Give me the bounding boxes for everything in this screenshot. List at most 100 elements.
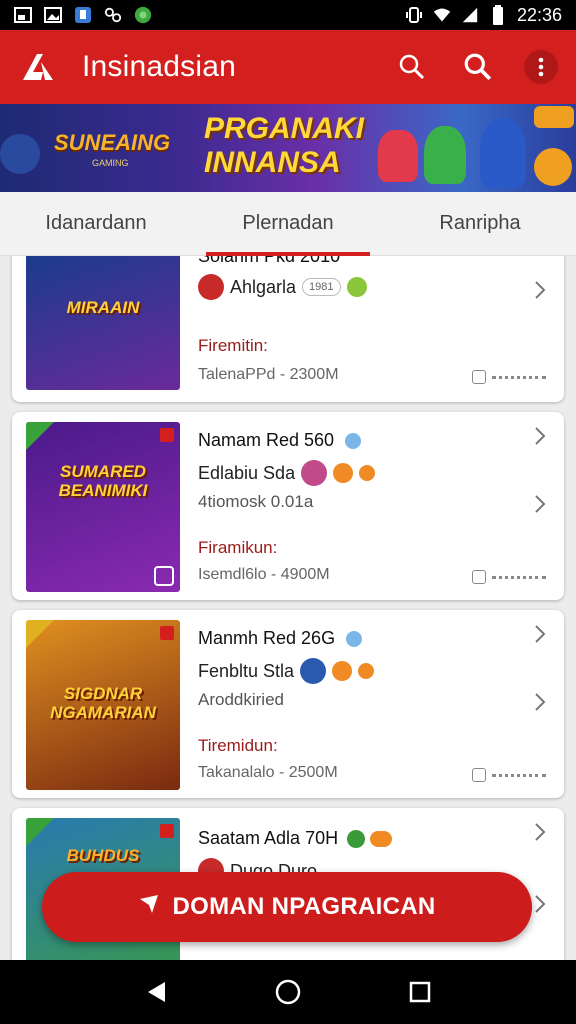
- app-list[interactable]: MIRAAIN Solanm Pkd 2010 Ahlgarla 1981 Fi…: [0, 256, 576, 960]
- banner-left-title: SUNEAING: [54, 130, 171, 155]
- more-vert-icon[interactable]: [524, 50, 558, 84]
- app-icon: [74, 6, 92, 24]
- tab-ranripha[interactable]: Ranripha: [384, 192, 576, 255]
- app-label: Tiremidun:: [198, 736, 278, 755]
- developer-avatar: [198, 274, 224, 300]
- home-icon[interactable]: [268, 972, 308, 1012]
- badge-icon: [370, 831, 393, 848]
- app-bar: Insinadsian: [0, 30, 576, 104]
- play-icon: [154, 566, 174, 586]
- app-thumbnail: SUMARED BEANIMIKI: [26, 422, 180, 592]
- gallery-icon: [44, 6, 62, 24]
- banner-main-line2: INNANSA: [204, 146, 341, 179]
- chevron-right-icon[interactable]: [530, 494, 550, 514]
- square-icon: [472, 370, 486, 384]
- developer-name: Edlabiu Sda: [198, 462, 296, 483]
- app-title: Namam Red 560: [198, 430, 362, 451]
- progress-indicator: [472, 370, 546, 384]
- corner-ribbon: [26, 620, 54, 648]
- badge-icon: [358, 663, 375, 679]
- progress-indicator: [472, 570, 546, 584]
- chevron-right-icon[interactable]: [530, 280, 550, 300]
- system-nav-bar: [0, 960, 576, 1024]
- corner-ribbon: [26, 818, 54, 846]
- promo-banner[interactable]: SUNEAING GAMING PRGANAKI INNANSA: [0, 104, 576, 192]
- game-controller-icon: [104, 6, 122, 24]
- app-title-text: Saatam Adla 70H: [198, 828, 339, 848]
- developer-name: Ahlgarla: [230, 276, 297, 297]
- banner-character-red: [378, 130, 418, 182]
- tab-bar: Idanardann Plernadan Ranripha: [0, 192, 576, 256]
- tab-idanardann[interactable]: Idanardann: [0, 192, 192, 255]
- status-time: 22:36: [516, 4, 562, 25]
- list-item[interactable]: MIRAAIN Solanm Pkd 2010 Ahlgarla 1981 Fi…: [12, 256, 564, 402]
- chevron-right-icon[interactable]: [530, 624, 550, 644]
- badge-icon: [346, 277, 367, 297]
- app-title: Manmh Red 26G: [198, 628, 363, 649]
- developer-avatar: [301, 460, 328, 486]
- search-icon[interactable]: [392, 47, 432, 87]
- list-item[interactable]: SUMARED BEANIMIKI Namam Red 560 Edlabiu …: [12, 412, 564, 600]
- tab-plernadan[interactable]: Plernadan: [192, 192, 384, 256]
- download-button[interactable]: DOMAN NPAGRAICAN: [42, 872, 532, 942]
- developer-row: Fenbltu Stla: [198, 658, 375, 684]
- app-subtitle: Aroddkiried: [198, 690, 284, 709]
- search-icon[interactable]: [458, 47, 498, 87]
- verified-icon: [346, 631, 363, 648]
- progress-indicator: [472, 768, 546, 782]
- thumbnail-title: SIGDNAR NGAMARIAN: [50, 684, 156, 722]
- wifi-icon: [433, 6, 451, 24]
- rating-pill: 1981: [302, 278, 341, 296]
- app-label: Firamikun:: [198, 538, 278, 557]
- recents-icon[interactable]: [400, 972, 440, 1012]
- badge-icon: [359, 465, 376, 481]
- corner-badge: [160, 824, 174, 838]
- banner-character-green: [424, 126, 466, 184]
- corner-ribbon: [26, 422, 54, 450]
- list-item[interactable]: SIGDNAR NGAMARIAN Manmh Red 26G Fenbltu …: [12, 610, 564, 798]
- app-label: Firemitin:: [198, 336, 268, 355]
- app-title-text: Namam Red 560: [198, 430, 335, 450]
- signal-icon: [461, 6, 479, 24]
- download-button-label: DOMAN NPAGRAICAN: [172, 893, 436, 920]
- banner-coin: [534, 148, 572, 186]
- battery-icon: [489, 5, 507, 25]
- app-logo: [18, 47, 58, 87]
- green-dot-icon: [134, 6, 152, 24]
- chevron-right-icon[interactable]: [530, 894, 550, 914]
- photo-icon: [14, 6, 32, 24]
- app-title: Solanm Pkd 2010: [198, 256, 341, 266]
- app-thumbnail: MIRAAIN: [26, 256, 180, 390]
- download-icon: [138, 893, 160, 922]
- developer-name: Fenbltu Stla: [198, 660, 295, 681]
- chevron-right-icon[interactable]: [530, 426, 550, 446]
- thumbnail-title: MIRAAIN: [66, 298, 140, 317]
- banner-character-blue: [480, 118, 526, 188]
- square-icon: [472, 570, 486, 584]
- banner-decoration: [0, 134, 40, 174]
- verified-icon: [345, 433, 362, 450]
- app-title-text: Manmh Red 26G: [198, 628, 336, 648]
- developer-row: Edlabiu Sda: [198, 460, 376, 486]
- banner-left-subtitle: GAMING: [92, 158, 129, 168]
- thumbnail-title: SUMARED BEANIMIKI: [58, 462, 148, 500]
- chevron-right-icon[interactable]: [530, 822, 550, 842]
- developer-avatar: [300, 658, 327, 684]
- banner-main-title: PRGANAKI INNANSA: [204, 112, 364, 180]
- app-meta: Takanalalo - 2500M: [198, 764, 338, 781]
- app-meta: Isemdl6lo - 4900M: [198, 566, 330, 583]
- app-subtitle: 4tiomosk 0.01a: [198, 492, 314, 511]
- square-icon: [472, 768, 486, 782]
- banner-main-line1: PRGANAKI: [204, 112, 365, 145]
- status-bar: 22:36: [0, 0, 576, 30]
- app-thumbnail: SIGDNAR NGAMARIAN: [26, 620, 180, 790]
- chevron-right-icon[interactable]: [530, 692, 550, 712]
- corner-badge: [160, 428, 174, 442]
- banner-chest: [534, 106, 574, 128]
- corner-badge: [160, 626, 174, 640]
- badge-icon: [347, 830, 366, 849]
- app-meta: TalenaPPd - 2300M: [198, 366, 339, 383]
- back-icon[interactable]: [136, 972, 176, 1012]
- developer-row: Ahlgarla 1981: [198, 274, 367, 300]
- vibrate-icon: [405, 6, 423, 24]
